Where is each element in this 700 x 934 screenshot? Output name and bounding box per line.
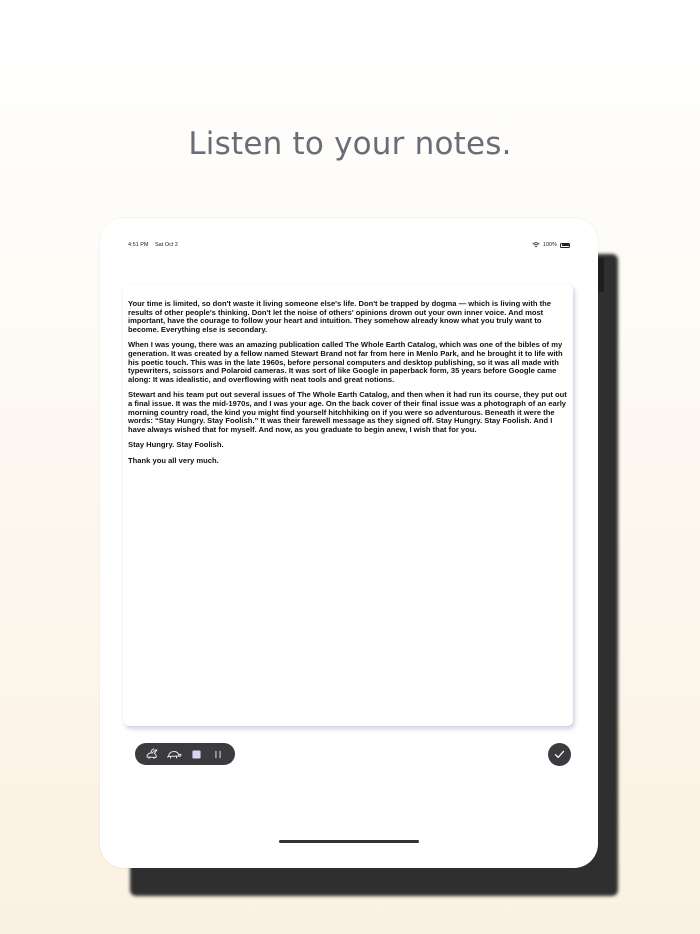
stop-button[interactable] — [188, 746, 204, 762]
battery-percent: 100% — [542, 242, 557, 248]
note-text[interactable]: Your time is limited, so don't waste it … — [128, 299, 570, 473]
stop-icon — [191, 749, 201, 759]
device-side-button — [598, 258, 604, 292]
note-paragraph: Thank you all very much. — [128, 455, 219, 465]
home-indicator[interactable] — [279, 840, 419, 843]
checkmark-icon — [554, 750, 565, 759]
playback-toolbar — [135, 743, 235, 765]
turtle-icon — [166, 751, 182, 759]
status-left: 4:51 PM Sat Oct 2 — [128, 242, 183, 248]
speed-fast-button[interactable] — [144, 746, 160, 762]
note-paragraph: When I was young, there was an amazing p… — [128, 340, 563, 384]
status-bar: 4:51 PM Sat Oct 2 100% — [128, 240, 570, 250]
status-right: 100% — [532, 242, 570, 248]
headline: Listen to your notes. — [188, 126, 512, 162]
note-paragraph: Stewart and his team put out several iss… — [128, 390, 567, 434]
rabbit-icon — [146, 748, 158, 759]
pause-button[interactable] — [210, 746, 226, 762]
note-paragraph: Stay Hungry. Stay Foolish. — [128, 440, 224, 450]
status-date: Sat Oct 2 — [155, 242, 178, 248]
done-button[interactable] — [548, 743, 571, 766]
speed-slow-button[interactable] — [166, 746, 182, 762]
ipad-screen: 4:51 PM Sat Oct 2 100% Your time is limi… — [100, 218, 598, 868]
status-time: 4:51 PM — [128, 242, 149, 248]
wifi-icon — [532, 242, 540, 248]
battery-icon — [560, 242, 570, 248]
note-paragraph: Your time is limited, so don't waste it … — [128, 299, 551, 334]
pause-icon — [215, 750, 221, 758]
note-card[interactable]: Your time is limited, so don't waste it … — [123, 284, 573, 726]
